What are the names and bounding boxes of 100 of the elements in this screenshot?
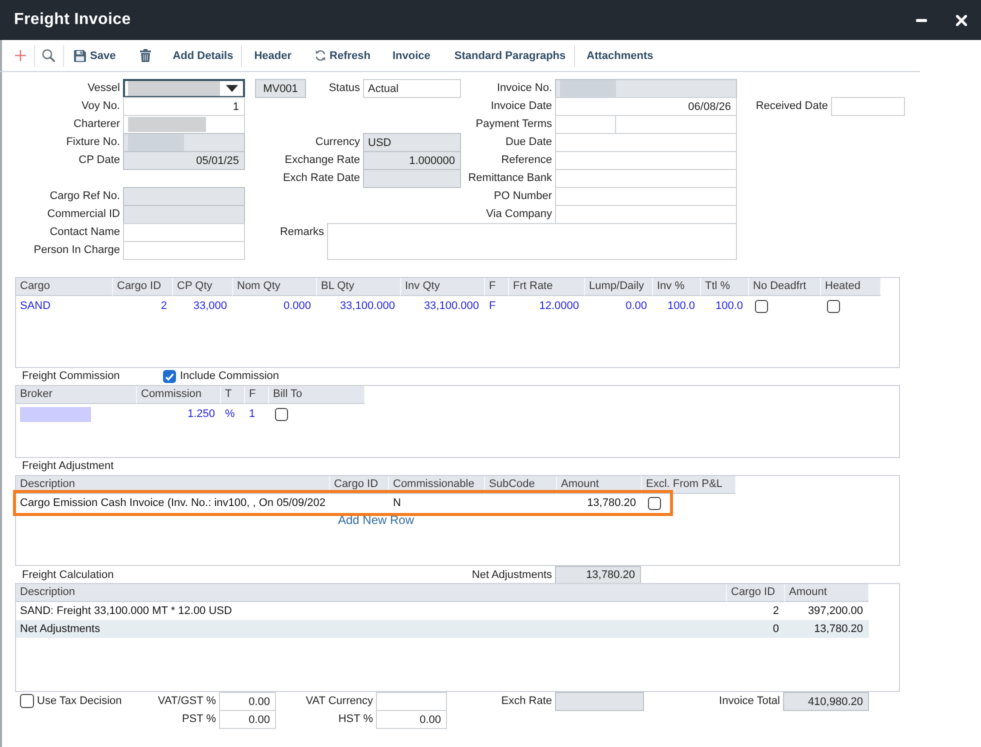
- checkbox[interactable]: [275, 408, 288, 420]
- field-label: CP Date: [78, 154, 121, 167]
- field-label: Remittance Bank: [468, 172, 553, 185]
- input-field[interactable]: [831, 97, 905, 116]
- column-header: Heated: [821, 278, 881, 296]
- field-label: Remarks: [280, 226, 325, 239]
- checkbox[interactable]: [20, 694, 34, 708]
- table-cell-text: 0.00: [624, 299, 648, 314]
- trash-icon: [140, 49, 151, 62]
- table-cell-text: 1: [248, 407, 256, 422]
- field-label: Exch Rate Date: [282, 172, 361, 185]
- table-cell-text: 397,200.00: [806, 604, 864, 619]
- field-label: HST %: [338, 713, 374, 726]
- column-header: Broker: [16, 386, 137, 404]
- table-cell-text: 12.0000: [538, 299, 580, 314]
- input-field[interactable]: [123, 241, 245, 260]
- checkbox[interactable]: [755, 300, 768, 312]
- table-cell-text: 33,000: [192, 299, 228, 314]
- field-label: Contact Name: [50, 226, 121, 239]
- table-cell-text: 33,100.000: [422, 299, 480, 314]
- column-header: Nom Qty: [233, 278, 317, 296]
- field-label: Status: [328, 82, 361, 95]
- toolbar-button[interactable]: Attachments: [578, 44, 662, 68]
- column-header: BL Qty: [317, 278, 401, 296]
- table-cell-text: 100.0: [666, 299, 696, 314]
- input-field[interactable]: 0.00: [219, 710, 276, 729]
- column-header: Cargo ID: [727, 584, 785, 602]
- field-label: Received Date: [756, 100, 829, 113]
- caret-icon: [226, 85, 238, 92]
- section-title: Freight Calculation: [22, 568, 114, 582]
- input-field[interactable]: [555, 205, 737, 224]
- field-label: VAT Currency: [306, 695, 374, 708]
- plus-icon: [15, 50, 26, 61]
- column-header: Commission: [137, 386, 221, 404]
- table-cell-text: 1.250: [186, 407, 216, 422]
- checkbox[interactable]: [648, 496, 661, 510]
- input-field[interactable]: [376, 692, 447, 711]
- table-cell-text: SAND: [19, 299, 52, 314]
- table-cell-text: 2: [160, 299, 168, 314]
- input-field[interactable]: [555, 169, 737, 188]
- table-cell-text: F: [488, 299, 497, 314]
- column-header: Ttl %: [701, 278, 749, 296]
- field-label: Vessel: [88, 82, 121, 95]
- field-label: Payment Terms: [476, 118, 553, 131]
- save-button[interactable]: Save: [68, 44, 122, 68]
- table-cell: Net Adjustments: [16, 620, 727, 638]
- field-label: Charterer: [74, 118, 121, 131]
- field-label: VAT/GST %: [158, 695, 217, 708]
- add-row-link[interactable]: Add New Row: [338, 513, 414, 527]
- table-cell: 0: [727, 620, 785, 638]
- input-field[interactable]: [555, 151, 737, 170]
- field-label: PO Number: [494, 190, 553, 203]
- table-cell: 13,780.20: [785, 620, 869, 638]
- toolbar-button[interactable]: Header: [246, 44, 300, 68]
- dropdown-field[interactable]: [123, 79, 245, 98]
- column-header: F: [485, 278, 509, 296]
- column-header: Excl. From P&L: [642, 476, 736, 494]
- input-field[interactable]: 0.00: [219, 692, 276, 711]
- toolbar-button[interactable]: Add Details: [168, 44, 238, 68]
- column-header: Frt Rate: [509, 278, 585, 296]
- field-label: Invoice No.: [496, 82, 553, 95]
- input-field[interactable]: 1: [123, 97, 245, 116]
- input-field[interactable]: 0.00: [376, 710, 447, 729]
- refresh-icon: [314, 50, 326, 61]
- table-cell-text: Cargo Emission Cash Invoice (Inv. No.: inv100, , On 05/09/202: [19, 496, 327, 511]
- field-label: Via Company: [486, 208, 553, 221]
- field-label: Exch Rate: [501, 695, 553, 708]
- window-title: Freight Invoice: [14, 11, 131, 29]
- toolbar-button[interactable]: Invoice: [381, 44, 442, 68]
- checkbox[interactable]: [163, 370, 176, 383]
- table-cell-text: 100.0: [714, 299, 744, 314]
- table-cell-text: 13,780.20: [586, 496, 637, 511]
- checkbox-label: Include Commission: [180, 370, 280, 383]
- table-cell-text: 33,100.000: [338, 299, 396, 314]
- column-header: Amount: [785, 584, 869, 602]
- column-header: No Deadfrt: [749, 278, 821, 296]
- input-field[interactable]: [555, 133, 737, 152]
- field-label: Due Date: [506, 136, 553, 149]
- input-field[interactable]: Actual: [363, 79, 461, 98]
- input-field[interactable]: 06/08/26: [555, 97, 737, 116]
- checkbox[interactable]: [827, 300, 840, 312]
- field-label: Fixture No.: [66, 136, 121, 149]
- input-field[interactable]: [123, 115, 245, 134]
- checkmark-icon: [165, 372, 174, 380]
- table-cell-text: 0.000: [282, 299, 312, 314]
- toolbar-button[interactable]: Standard Paragraphs: [442, 44, 570, 68]
- vessel-code-field: MV001: [255, 79, 306, 98]
- field-label: Person In Charge: [34, 244, 121, 257]
- column-header: Inv Qty: [401, 278, 485, 296]
- table-cell-text: %: [224, 407, 236, 422]
- field-label: Voy No.: [81, 100, 121, 113]
- input-field[interactable]: [555, 187, 737, 206]
- column-header: Lump/Daily: [585, 278, 653, 296]
- remarks-field[interactable]: [327, 223, 737, 260]
- column-header: Cargo: [16, 278, 113, 296]
- field-label: PST %: [182, 713, 217, 726]
- input-field[interactable]: [123, 223, 245, 242]
- refresh-button[interactable]: Refresh: [300, 44, 382, 68]
- field-label: Invoice Date: [490, 100, 553, 113]
- table-cell-text: SAND: Freight 33,100.000 MT * 12.00 USD: [19, 604, 233, 619]
